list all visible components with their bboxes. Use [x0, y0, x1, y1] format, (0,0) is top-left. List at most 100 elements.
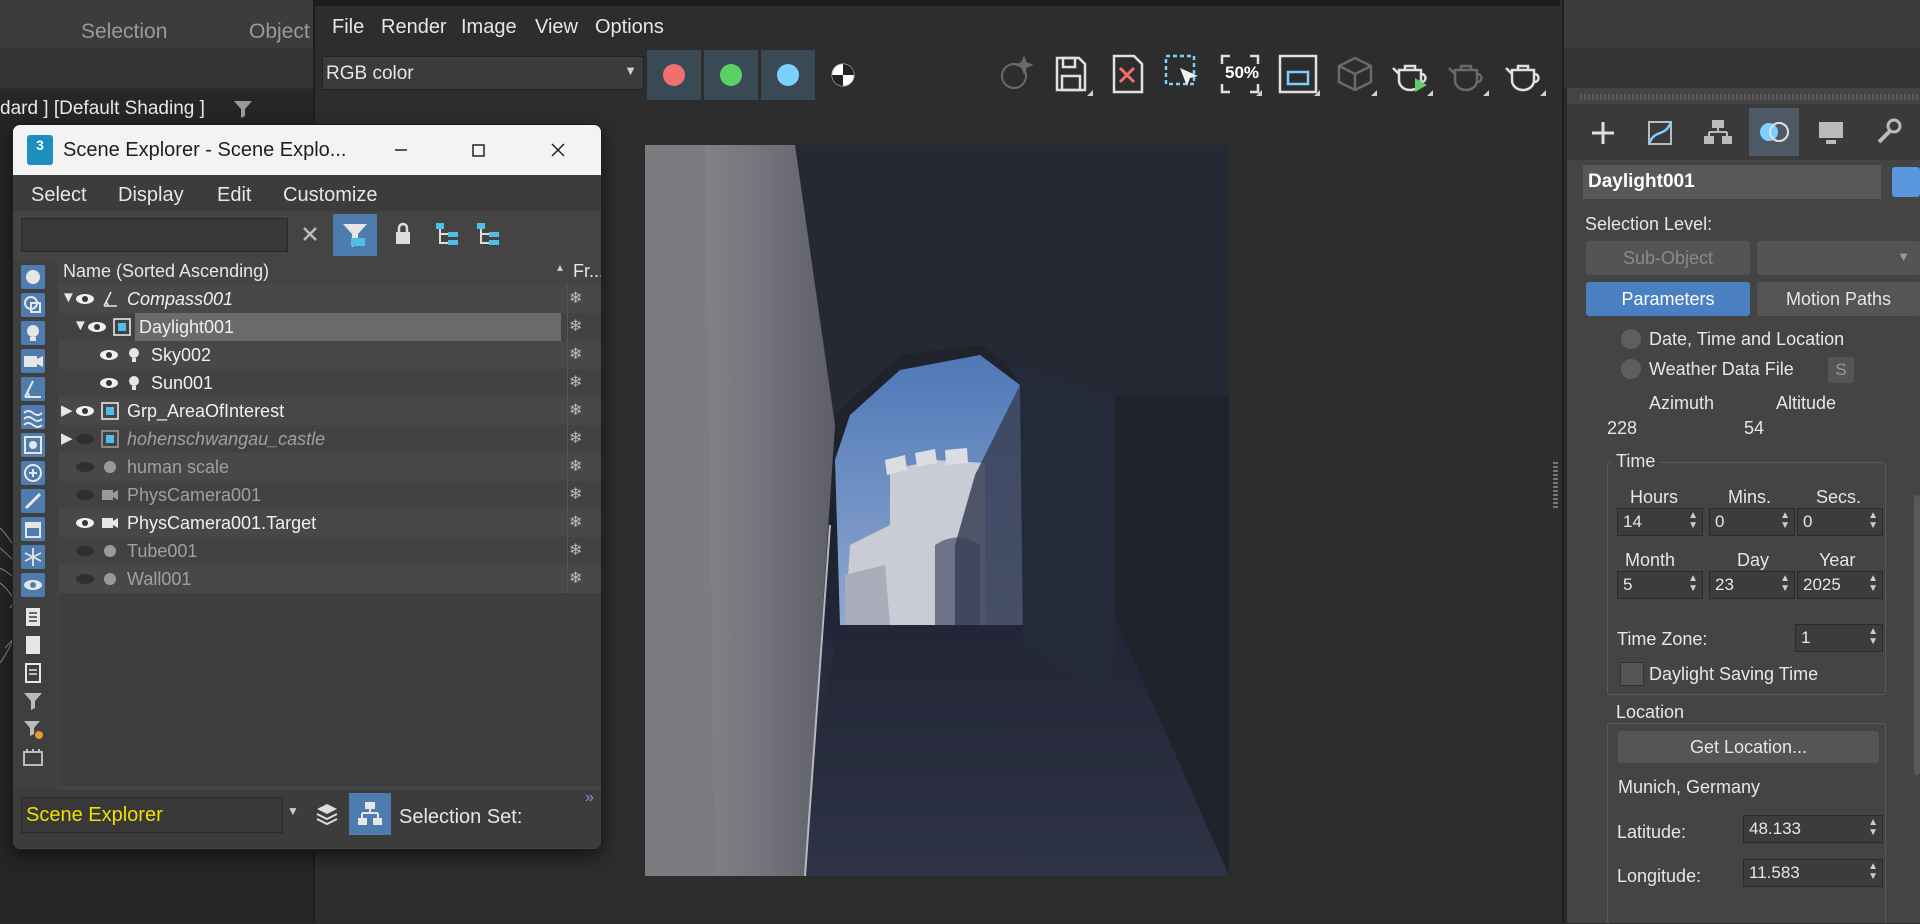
- freeze-icon[interactable]: ❄: [569, 456, 582, 476]
- column-freeze-header[interactable]: Fr...: [573, 261, 601, 282]
- tab-utilities[interactable]: [1863, 108, 1913, 156]
- eye-icon[interactable]: [99, 348, 119, 362]
- spinner-arrows-icon[interactable]: ▲ ▼: [1688, 511, 1698, 531]
- viewport-label[interactable]: dard ] [Default Shading ]: [0, 98, 205, 120]
- containers-filter-icon[interactable]: [21, 517, 45, 541]
- spinner-arrows-icon[interactable]: ▲ ▼: [1868, 627, 1878, 647]
- expand-arrow-down-icon[interactable]: ▼: [73, 317, 88, 334]
- object-color-swatch[interactable]: [1892, 167, 1920, 197]
- page-icon[interactable]: [21, 633, 45, 657]
- frozen-filter-icon[interactable]: [21, 545, 45, 569]
- hours-spinner[interactable]: 14 ▲ ▼: [1617, 508, 1703, 536]
- clear-image-button[interactable]: [1106, 52, 1150, 96]
- column-name-header[interactable]: Name (Sorted Ascending): [63, 261, 269, 282]
- freeze-icon[interactable]: ❄: [569, 372, 582, 392]
- freeze-icon[interactable]: ❄: [569, 484, 582, 504]
- weather-file-setup-button[interactable]: S: [1828, 357, 1854, 383]
- tab-hierarchy[interactable]: [1692, 108, 1742, 156]
- expand-toolbar-icon[interactable]: »: [585, 789, 594, 807]
- table-row[interactable]: ▶ hohenschwangau_castle ❄: [59, 425, 601, 453]
- menu-file[interactable]: File: [332, 16, 364, 39]
- tab-create[interactable]: [1578, 108, 1628, 156]
- eye-hidden-icon[interactable]: [75, 432, 95, 446]
- eye-icon[interactable]: [75, 404, 95, 418]
- table-row[interactable]: Tube001 ❄: [59, 537, 601, 565]
- channel-select[interactable]: RGB color ▼: [322, 56, 644, 90]
- green-channel-toggle[interactable]: [704, 50, 758, 100]
- shapes-filter-icon[interactable]: [21, 293, 45, 317]
- filter-settings-icon[interactable]: [21, 717, 45, 741]
- table-row[interactable]: Sun001 ❄: [59, 369, 601, 397]
- fit-window-button[interactable]: [1276, 52, 1320, 96]
- cameras-filter-icon[interactable]: [21, 349, 45, 373]
- filter-icon[interactable]: [232, 98, 254, 120]
- freeze-icon[interactable]: ❄: [569, 428, 582, 448]
- sub-object-dropdown[interactable]: ▼: [1757, 241, 1920, 275]
- eye-hidden-icon[interactable]: [75, 460, 95, 474]
- filter-toggle-button[interactable]: [333, 214, 377, 256]
- radio-weather-file[interactable]: [1621, 359, 1641, 379]
- object-name-field[interactable]: Daylight001: [1583, 165, 1881, 199]
- menu-view[interactable]: View: [535, 16, 578, 39]
- menu-object[interactable]: Object: [249, 20, 310, 44]
- eye-icon[interactable]: [87, 320, 107, 334]
- lock-button[interactable]: [391, 221, 415, 247]
- menu-display[interactable]: Display: [118, 184, 184, 207]
- spinner-arrows-icon[interactable]: ▲ ▼: [1868, 574, 1878, 594]
- bones-filter-icon[interactable]: [21, 489, 45, 513]
- freeze-icon[interactable]: ❄: [569, 568, 582, 588]
- table-row[interactable]: ▼ Compass001 ❄: [59, 285, 601, 313]
- document-icon[interactable]: [21, 661, 45, 685]
- xrefs-filter-icon[interactable]: [21, 461, 45, 485]
- panel-grip[interactable]: [1580, 94, 1920, 100]
- zoom-50-button[interactable]: 50%: [1218, 52, 1262, 96]
- groups-filter-icon[interactable]: [21, 433, 45, 457]
- freeze-icon[interactable]: ❄: [569, 512, 582, 532]
- render-setup-button[interactable]: [1502, 52, 1546, 96]
- list-icon[interactable]: [21, 605, 45, 629]
- tab-motion-paths[interactable]: Motion Paths: [1757, 282, 1920, 316]
- tab-motion[interactable]: [1749, 108, 1799, 156]
- command-panel-scrollbar[interactable]: [1914, 495, 1920, 775]
- freeze-icon[interactable]: ❄: [569, 288, 582, 308]
- spinner-arrows-icon[interactable]: ▲ ▼: [1868, 818, 1878, 838]
- region-select-button[interactable]: [1162, 52, 1206, 96]
- menu-image[interactable]: Image: [461, 16, 517, 39]
- menu-render[interactable]: Render: [381, 16, 447, 39]
- year-spinner[interactable]: 2025 ▲ ▼: [1797, 571, 1883, 599]
- rendered-image[interactable]: [645, 145, 1229, 876]
- expand-arrow-down-icon[interactable]: ▼: [61, 289, 76, 306]
- expand-all-button[interactable]: [434, 221, 460, 247]
- blue-channel-toggle[interactable]: [761, 50, 815, 100]
- eye-icon[interactable]: [99, 376, 119, 390]
- freeze-icon[interactable]: ❄: [569, 400, 582, 420]
- sub-object-button[interactable]: Sub-Object: [1586, 241, 1750, 275]
- expand-arrow-right-icon[interactable]: ▶: [61, 401, 73, 419]
- eye-icon[interactable]: [75, 292, 95, 306]
- day-spinner[interactable]: 23 ▲ ▼: [1709, 571, 1795, 599]
- table-row[interactable]: PhysCamera001 ❄: [59, 481, 601, 509]
- menu-options[interactable]: Options: [595, 16, 664, 39]
- layer-explorer-icon[interactable]: [21, 745, 45, 769]
- spacewarps-filter-icon[interactable]: [21, 405, 45, 429]
- scene-explorer-titlebar[interactable]: 3 Scene Explorer - Scene Explo...: [13, 125, 601, 175]
- chevron-down-icon[interactable]: ▼: [287, 804, 299, 818]
- alpha-toggle[interactable]: [830, 62, 856, 88]
- latitude-spinner[interactable]: 48.133 ▲ ▼: [1743, 815, 1883, 843]
- geometry-filter-icon[interactable]: [21, 265, 45, 289]
- table-row[interactable]: human scale ❄: [59, 453, 601, 481]
- table-row[interactable]: Sky002 ❄: [59, 341, 601, 369]
- timezone-spinner[interactable]: 1 ▲ ▼: [1795, 624, 1883, 652]
- spinner-arrows-icon[interactable]: ▲ ▼: [1868, 862, 1878, 882]
- collapse-all-button[interactable]: [475, 221, 501, 247]
- denoise-button[interactable]: [994, 52, 1038, 96]
- expand-arrow-right-icon[interactable]: ▶: [61, 429, 73, 447]
- maximize-button[interactable]: [458, 133, 498, 167]
- menu-customize[interactable]: Customize: [283, 184, 377, 207]
- explorer-select[interactable]: Scene Explorer: [21, 797, 283, 833]
- filter-icon[interactable]: [21, 689, 45, 713]
- close-button[interactable]: [538, 133, 578, 167]
- clear-search-button[interactable]: [299, 223, 321, 245]
- spinner-arrows-icon[interactable]: ▲ ▼: [1780, 511, 1790, 531]
- table-row[interactable]: PhysCamera001.Target ❄: [59, 509, 601, 537]
